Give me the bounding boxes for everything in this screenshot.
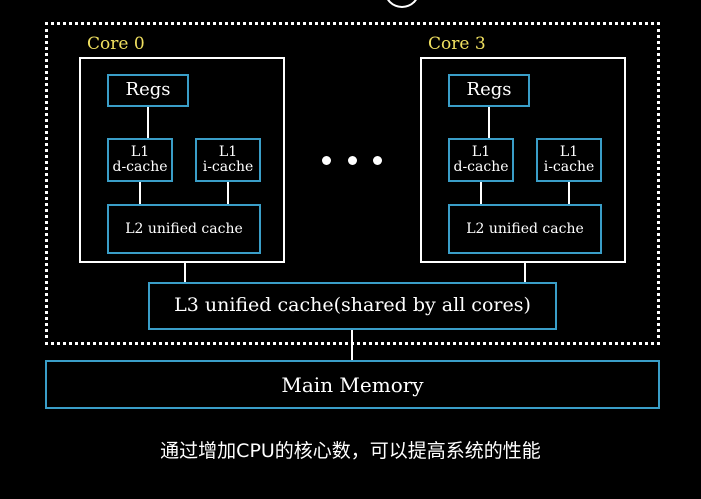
core-0-regs: Regs — [107, 74, 189, 107]
top-cropped-glyph — [0, 0, 701, 14]
core-3-l1-icache: L1 i-cache — [536, 138, 602, 182]
ellipsis-dot — [373, 155, 382, 165]
core-3-regs-to-l1d-line — [488, 107, 490, 138]
main-memory: Main Memory — [45, 360, 660, 409]
core-0-to-l3-line — [184, 263, 186, 282]
core-0-l2-cache: L2 unified cache — [107, 204, 261, 254]
more-cores-ellipsis — [322, 150, 382, 170]
core-3-l1i-line1: L1 — [559, 144, 579, 161]
core-0-l1i-to-l2-line — [227, 182, 229, 204]
l3-shared-cache: L3 unified cache(shared by all cores) — [148, 282, 557, 330]
core-3-l1i-line2: i-cache — [543, 159, 595, 175]
core-3-l1d-line1: L1 — [471, 144, 491, 161]
core-3-l2-cache: L2 unified cache — [448, 204, 602, 254]
core-3-regs: Regs — [448, 74, 530, 107]
core-0-l1d-line1: L1 — [130, 144, 150, 161]
core-0-l1d-line2: d-cache — [112, 159, 168, 175]
core-0-l1i-line1: L1 — [218, 144, 238, 161]
core-3-l1d-to-l2-line — [480, 182, 482, 204]
core-3-title: Core 3 — [428, 34, 486, 54]
core-3-to-l3-line — [524, 263, 526, 282]
core-3-l1i-to-l2-line — [568, 182, 570, 204]
l3-to-memory-line — [351, 330, 353, 360]
subtitle-caption: 通过增加CPU的核心数，可以提高系统的性能 — [160, 440, 541, 462]
core-3-l1-dcache: L1 d-cache — [448, 138, 514, 182]
core-3-l1d-line2: d-cache — [453, 159, 509, 175]
core-0-l1d-to-l2-line — [139, 182, 141, 204]
core-0-l1-icache: L1 i-cache — [195, 138, 261, 182]
core-0-regs-to-l1d-line — [147, 107, 149, 138]
core-0-l1i-line2: i-cache — [202, 159, 254, 175]
core-0-title: Core 0 — [87, 34, 145, 54]
core-0-l1-dcache: L1 d-cache — [107, 138, 173, 182]
ellipsis-dot — [322, 155, 331, 165]
ellipsis-dot — [347, 155, 357, 165]
